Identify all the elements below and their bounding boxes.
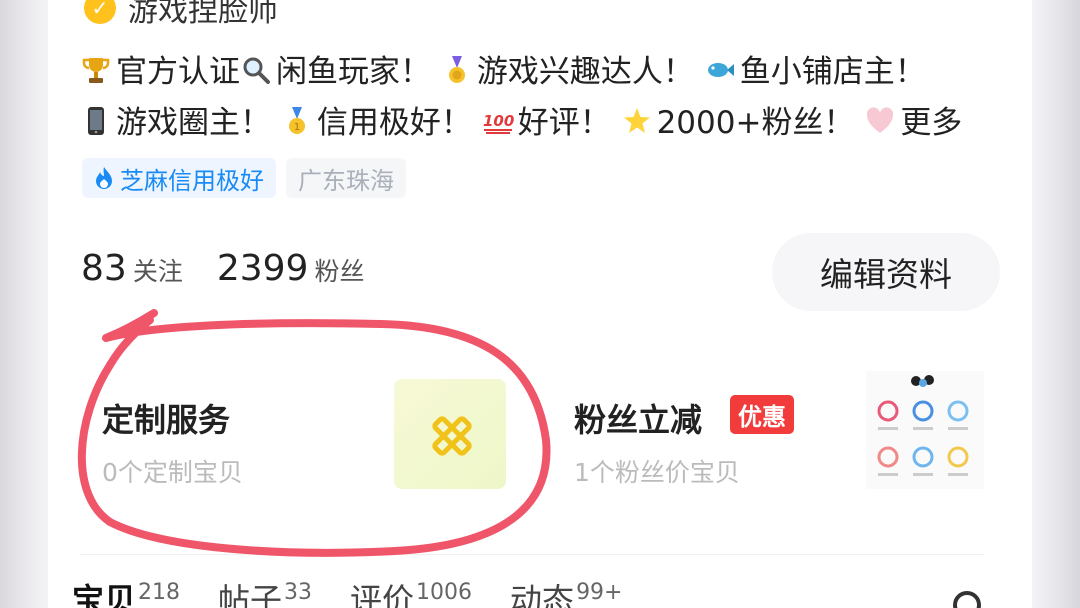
red-annotation-circle bbox=[77, 309, 551, 557]
